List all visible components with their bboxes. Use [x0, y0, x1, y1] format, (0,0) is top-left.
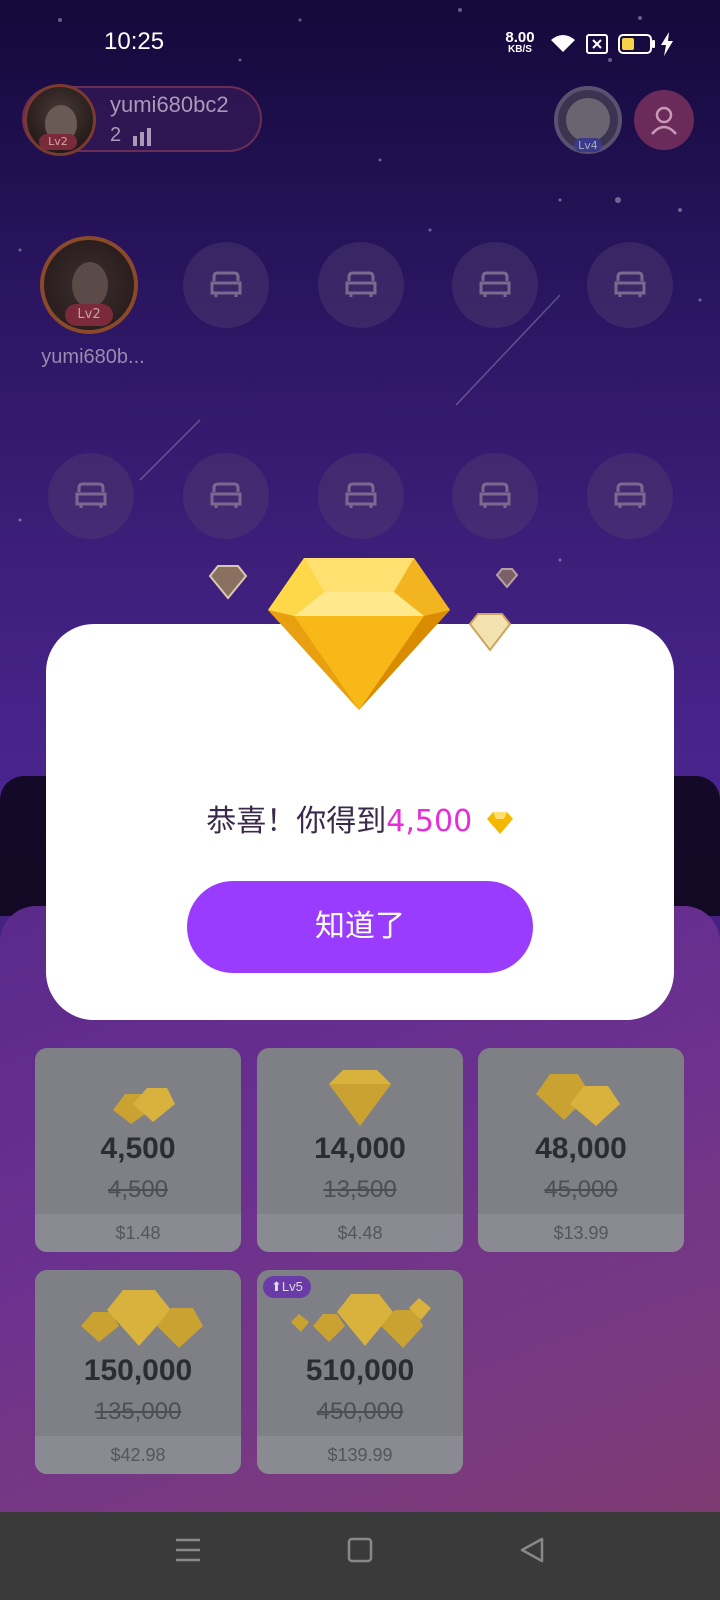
- system-nav-bar: [0, 1512, 720, 1600]
- level-badge-label: Lv4: [578, 139, 598, 152]
- package-card[interactable]: 4,500 4,500 $1.48: [35, 1048, 241, 1252]
- sofa-icon: [210, 482, 242, 508]
- sofa-icon: [479, 271, 511, 297]
- package-original-amount: 4,500: [107, 1176, 169, 1203]
- package-price: $4.48: [257, 1214, 463, 1252]
- package-card[interactable]: 48,000 45,000 $13.99: [478, 1048, 684, 1252]
- charging-icon: [661, 32, 673, 56]
- network-speed-value: 8.00: [505, 29, 535, 46]
- empty-seat[interactable]: [452, 242, 538, 328]
- status-bar: 10:25 8.00 KB/S: [0, 0, 720, 88]
- reward-message-text: 恭喜！你得到: [206, 804, 387, 839]
- reward-amount: 4,500: [386, 804, 473, 839]
- package-amount: 48,000: [535, 1132, 627, 1165]
- confirm-button[interactable]: 知道了: [187, 881, 533, 973]
- level-requirement-label: Lv5: [281, 1279, 303, 1294]
- home-icon[interactable]: [347, 1536, 373, 1564]
- package-original-amount: 135,000: [94, 1398, 182, 1425]
- battery-icon: [618, 34, 655, 54]
- signal-bars-icon: [133, 128, 151, 146]
- empty-seat[interactable]: [452, 453, 538, 539]
- sofa-icon: [345, 482, 377, 508]
- package-original-amount: 13,500: [323, 1176, 397, 1203]
- viewer-count: 2: [110, 124, 122, 146]
- sofa-icon: [210, 271, 242, 297]
- host-level-badge: Lv2: [39, 134, 77, 150]
- user-list-button[interactable]: [634, 90, 694, 150]
- package-price: $1.48: [35, 1214, 241, 1252]
- gem-pile-icon: [81, 1290, 203, 1348]
- package-original-amount: 45,000: [544, 1176, 618, 1203]
- sofa-icon: [479, 482, 511, 508]
- floating-gem-icon: [468, 613, 512, 652]
- sofa-icon: [345, 271, 377, 297]
- package-amount: 4,500: [100, 1132, 176, 1165]
- package-amount: 510,000: [305, 1354, 415, 1387]
- network-speed-unit: KB/S: [508, 44, 532, 55]
- gem-pile-icon: [536, 1074, 620, 1126]
- empty-seat[interactable]: [587, 242, 673, 328]
- sim-x-icon: [586, 34, 608, 54]
- floating-gem-icon: [496, 568, 518, 588]
- host-name: yumi680bc2: [110, 92, 229, 117]
- empty-seat[interactable]: [183, 453, 269, 539]
- large-gem-icon: [268, 558, 450, 710]
- sofa-icon: [75, 482, 107, 508]
- sofa-icon: [614, 271, 646, 297]
- empty-seat[interactable]: [48, 453, 134, 539]
- package-card[interactable]: ⬆Lv5 510,000 450,000 $139.99: [257, 1270, 463, 1474]
- seat-host-name: yumi680b...: [41, 346, 145, 368]
- package-amount: 14,000: [314, 1132, 406, 1165]
- back-icon[interactable]: [518, 1536, 546, 1564]
- seat-host-level: Lv2: [65, 304, 113, 326]
- package-price: $139.99: [257, 1436, 463, 1474]
- empty-seat[interactable]: [587, 453, 673, 539]
- empty-seat[interactable]: [183, 242, 269, 328]
- package-amount: 150,000: [83, 1354, 193, 1387]
- empty-seat[interactable]: [318, 453, 404, 539]
- sofa-icon: [614, 482, 646, 508]
- reward-message: 恭喜！你得到4,500: [0, 796, 720, 840]
- package-price: $42.98: [35, 1436, 241, 1474]
- network-speed: 8.00 KB/S: [500, 30, 540, 55]
- menu-icon[interactable]: [174, 1536, 202, 1564]
- package-price: $13.99: [478, 1214, 684, 1252]
- user-icon: [651, 106, 677, 135]
- package-card[interactable]: 150,000 135,000 $42.98: [35, 1270, 241, 1474]
- package-card[interactable]: 14,000 13,500 $4.48: [257, 1048, 463, 1252]
- level-badge[interactable]: Lv4: [552, 80, 624, 160]
- floating-gem-icon: [208, 565, 248, 600]
- gem-pile-icon: [113, 1088, 175, 1124]
- gem-icon: [329, 1070, 391, 1126]
- empty-seat[interactable]: [318, 242, 404, 328]
- level-requirement-tag: ⬆Lv5: [263, 1276, 311, 1298]
- status-time: 10:25: [104, 28, 165, 55]
- package-original-amount: 450,000: [316, 1398, 404, 1425]
- diamond-icon: [486, 811, 513, 834]
- wifi-icon: [551, 35, 575, 52]
